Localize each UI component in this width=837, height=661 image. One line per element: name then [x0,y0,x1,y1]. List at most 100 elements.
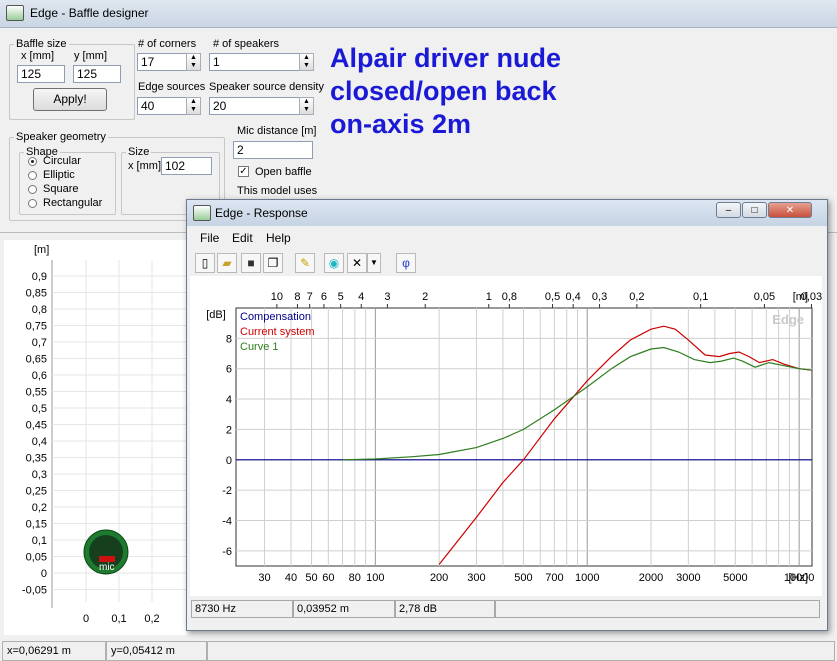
shape-circular-label: Circular [43,155,81,167]
baffle-y-input[interactable] [73,65,121,83]
top-axis-unit: [m] [793,291,808,303]
x-tick-label: 40 [285,572,297,584]
top-axis-label: 2 [422,291,428,303]
baffle-plot-y-tick: 0,55 [26,387,47,399]
response-chart-svg: 10 8 7 6 5 4 3 2 1 0,8 0,5 0,4 0,3 0,2 0,1 0,05 0,03[m]8… [206,291,822,584]
baffle-plot-y-tick: 0,75 [26,321,47,333]
shape-square-radio[interactable] [28,185,37,194]
shape-elliptic-radio[interactable] [28,171,37,180]
note-line-1: Alpair driver nude [330,43,562,73]
delete-icon[interactable]: ✕ [347,253,367,273]
main-titlebar[interactable]: Edge - Baffle designer [0,0,837,28]
legend-entry: Compensation [240,311,311,323]
speaker-icon[interactable]: ◉ [324,253,344,273]
close-button[interactable]: ✕ [768,202,812,218]
y-tick-label: 4 [226,394,232,406]
size-x-input[interactable] [161,157,212,175]
baffle-size-legend: Baffle size [16,38,67,50]
top-axis-label: 10 [271,291,283,303]
apply-button[interactable]: Apply! [33,88,107,111]
baffle-plot-x-tick: 0 [83,613,89,625]
open-icon[interactable]: ▰ [217,253,237,273]
phase-icon[interactable]: φ [396,253,416,273]
top-axis-label: 0,1 [693,291,708,303]
response-titlebar[interactable]: Edge - Response – □ ✕ [187,200,827,226]
status-y-coord: y=0,05412 m [106,641,207,661]
source-density-input[interactable] [209,97,300,115]
shape-circular-radio[interactable] [28,157,37,166]
baffle-plot-x-tick: 0,2 [144,613,159,625]
x-tick-label: 2000 [639,572,663,584]
maximize-button[interactable]: □ [742,202,767,218]
baffle-x-input[interactable] [17,65,65,83]
menu-edit[interactable]: Edit [232,231,253,245]
save-icon[interactable]: ■ [241,253,261,273]
minimize-button[interactable]: – [716,202,741,218]
y-axis-label: [dB] [206,309,226,321]
x-tick-label: 3000 [676,572,700,584]
dropdown-icon[interactable]: ▼ [367,253,381,273]
top-axis-label: 0,3 [592,291,607,303]
status-extra [495,600,820,618]
baffle-plot-y-tick: 0,9 [32,271,47,283]
corners-label: # of corners [138,38,197,50]
baffle-plot-x-tick: 0,1 [111,613,126,625]
speakers-spinner[interactable]: ▲ ▼ [299,53,314,71]
corners-input[interactable] [137,53,187,71]
edge-sources-label: Edge sources [138,81,206,93]
baffle-plot-svg: 0,9 0,85 0,8 0,75 0,7 0,65 0,6 0,55 0,5 0,45 0,4 0,… [22,244,187,625]
response-chart[interactable]: 10 8 7 6 5 4 3 2 1 0,8 0,5 0,4 0,3 0,2 0,1 0,05 0,03 [m] 8… [190,276,822,596]
response-window-title: Edge - Response [215,206,308,220]
baffle-plot-y-tick: 0 [41,568,47,580]
top-axis-label: 0,5 [545,291,560,303]
baffle-plot-y-tick: 0,35 [26,453,47,465]
baffle-plot-unit: [m] [34,244,49,256]
note-line-3: on-axis 2m [330,109,472,139]
x-tick-label: 200 [430,572,448,584]
menu-help[interactable]: Help [266,231,291,245]
annotation-note: Alpair driver nude closed/open back on-a… [330,42,630,141]
app-icon [6,5,24,21]
speakers-input[interactable] [209,53,300,71]
y-tick-label: -2 [222,485,232,497]
main-window-title: Edge - Baffle designer [30,6,149,20]
baffle-plot[interactable]: 0,9 0,85 0,8 0,75 0,7 0,65 0,6 0,55 0,5 0,45 0,4 0,… [4,240,187,635]
shape-rectangular-label: Rectangular [43,197,103,209]
edge-sources-input[interactable] [137,97,187,115]
mic-distance-input[interactable] [233,141,313,159]
top-axis-label: 5 [338,291,344,303]
top-axis-label: 0,8 [502,291,517,303]
top-axis-label: 4 [358,291,364,303]
y-tick-label: -6 [222,546,232,558]
x-tick-label: 60 [322,572,334,584]
baffle-plot-y-tick: 0,2 [32,502,47,514]
open-baffle-checkbox[interactable]: ✓ [238,166,249,177]
speaker-geometry-legend: Speaker geometry [16,131,106,143]
new-icon[interactable]: ▯ [195,253,215,273]
edge-sources-spinner[interactable]: ▲ ▼ [186,97,201,115]
top-axis-label: 1 [486,291,492,303]
plot-frame [235,307,813,567]
menu-file[interactable]: File [200,231,219,245]
shape-rectangular-radio[interactable] [28,199,37,208]
top-axis-label: 3 [384,291,390,303]
source-density-spinner[interactable]: ▲ ▼ [299,97,314,115]
baffle-plot-y-tick: 0,25 [26,486,47,498]
response-window: Edge - Response – □ ✕ File Edit Help ▯ ▰… [186,199,828,631]
baffle-plot-y-tick: 0,4 [32,436,47,448]
top-axis-label: 0,05 [754,291,775,303]
pencil-icon[interactable]: ✎ [295,253,315,273]
shape-elliptic-label: Elliptic [43,169,75,181]
corners-spinner[interactable]: ▲ ▼ [186,53,201,71]
legend-entry: Curve 1 [240,341,279,353]
copy-icon[interactable]: ❐ [263,253,283,273]
y-tick-label: 6 [226,364,232,376]
size-legend: Size [128,146,150,158]
baffle-plot-y-tick: 0,65 [26,354,47,366]
x-tick-label: 500 [514,572,532,584]
response-app-icon [193,205,211,221]
top-axis-label: 7 [307,291,313,303]
x-tick-label: 80 [349,572,361,584]
top-axis-label: 0,4 [565,291,580,303]
baffle-plot-y-tick: -0,05 [22,585,47,597]
